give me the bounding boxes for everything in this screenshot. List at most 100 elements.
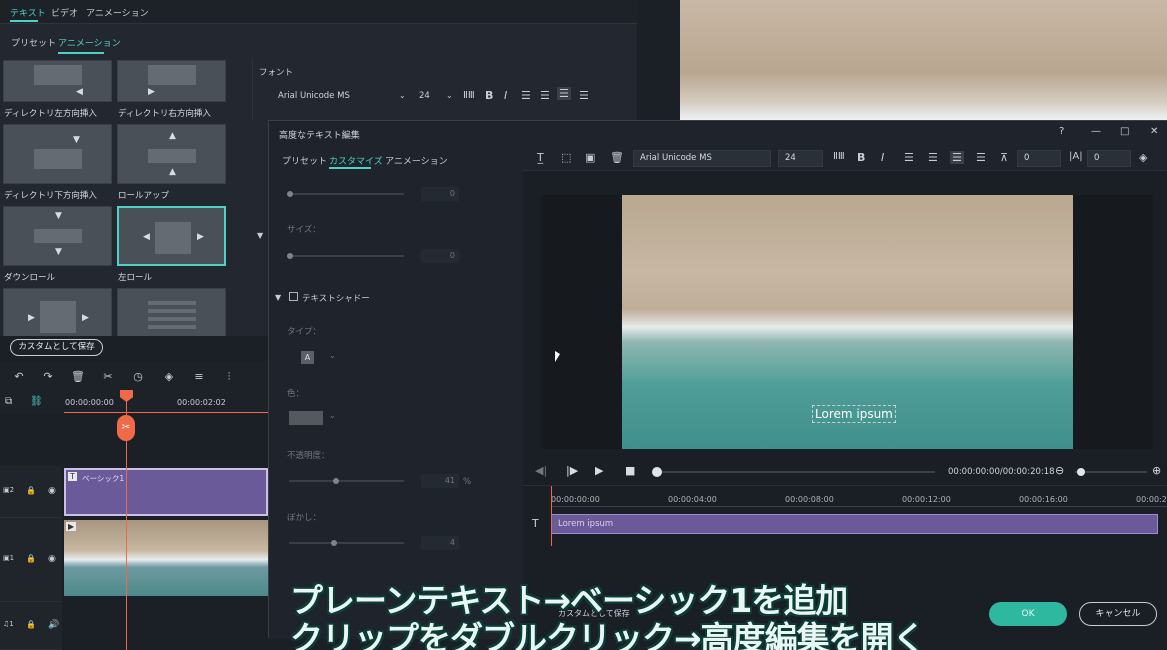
cancel-button[interactable]: キャンセル [1079,602,1157,626]
justify-icon[interactable]: ☰ [976,151,986,164]
transform-icon[interactable]: ⬚ [561,151,571,164]
zoom-out-icon[interactable]: ⊖ [1055,464,1064,477]
help-icon[interactable]: ? [1059,126,1064,137]
font-size-select[interactable]: 24 [419,91,430,101]
bold-icon[interactable]: B [857,151,865,164]
line-spacing-input[interactable]: 0 [1087,150,1131,167]
preset-thumb[interactable]: ▼ ▼ [3,206,112,266]
stop-icon[interactable]: ■ [625,464,635,477]
font-select[interactable]: Arial Unicode MS [633,150,771,167]
preview-text[interactable]: Lorem ipsum [812,405,896,423]
adjust-icon[interactable]: ≡ [192,370,206,384]
redo-icon[interactable]: ↷ [41,370,55,384]
text-icon[interactable]: T̲ [537,151,544,164]
lock-icon[interactable]: 🔒 [26,486,36,495]
undo-icon[interactable]: ↶ [12,370,26,384]
collapse-arrow-icon[interactable]: ▼ [275,293,281,302]
blur-value[interactable]: 4 [421,536,459,550]
dialog-tab-customize[interactable]: カスタマイズ [329,154,383,167]
zoom-track[interactable] [1075,471,1147,473]
preset-thumb[interactable]: ◀ [3,60,112,102]
step-back-icon[interactable]: ◀| [535,464,547,477]
dialog-tab-animation[interactable]: アニメーション [385,154,448,167]
lock-icon[interactable]: 🔒 [26,620,36,629]
char-spacing-input[interactable]: 0 [1017,150,1061,167]
subtab-animation[interactable]: アニメーション [58,36,121,49]
align-center-icon[interactable]: ☰ [557,87,571,100]
volume-icon[interactable]: 🔊 [48,620,59,630]
tab-text[interactable]: テキスト [10,6,46,19]
preset-thumb[interactable]: ▼ [3,124,112,184]
timer-icon[interactable]: ◷ [131,370,145,384]
audio-icon[interactable]: ⫶ [222,370,236,384]
cut-icon[interactable]: ✂ [101,370,115,384]
lock-icon[interactable]: 🔒 [26,554,36,563]
minimize-icon[interactable]: — [1091,126,1101,137]
collapse-arrow-icon[interactable]: ▼ [257,231,263,240]
zoom-in-icon[interactable]: ⊕ [1152,464,1161,477]
slider-knob[interactable] [287,253,293,259]
value-box[interactable]: 0 [421,187,459,201]
size-value[interactable]: 0 [421,249,459,263]
delete-icon[interactable]: 🗑 [610,151,624,164]
align-left-icon[interactable]: ☰ [521,89,531,102]
layers-icon[interactable]: ◈ [1139,151,1147,164]
link-icon[interactable]: ⛓ [30,396,43,407]
align-center-icon[interactable]: ☰ [950,151,964,164]
baseline-icon[interactable]: ⊼ [1000,151,1008,164]
tab-video[interactable]: ビデオ [51,6,78,19]
save-custom-button[interactable]: カスタムとして保存 [10,339,103,356]
dialog-playhead[interactable] [551,486,552,546]
tab-animation[interactable]: アニメーション [86,6,149,19]
bold-icon[interactable]: B [485,89,493,102]
align-left-icon[interactable]: ☰ [904,151,914,164]
preset-thumb[interactable]: ▶ [117,60,226,102]
italic-icon[interactable]: I [504,89,507,102]
dialog-text-clip[interactable]: Lorem ipsum [551,514,1158,534]
eye-icon[interactable]: ◉ [48,554,56,564]
shadow-type-select[interactable]: A [301,351,314,364]
justify-icon[interactable]: ☰ [579,89,589,102]
size-slider[interactable] [289,255,404,257]
slider-knob[interactable] [331,540,337,546]
opacity-value[interactable]: 41 [421,474,459,488]
font-select[interactable]: Arial Unicode MS [278,91,350,101]
subtab-preset[interactable]: プリセット [11,36,56,49]
mouse-cursor-icon [555,351,560,362]
italic-icon[interactable]: I [881,151,884,164]
shadow-checkbox[interactable] [289,292,298,301]
eye-icon[interactable]: ◉ [48,486,56,496]
maximize-icon[interactable]: □ [1120,126,1129,137]
dialog-tab-preset[interactable]: プリセット [282,154,327,167]
spacing-icon[interactable]: ⅡⅢ [463,90,475,101]
play-frame-icon[interactable]: |▶ [566,464,578,477]
play-icon[interactable]: ▶ [595,464,603,477]
progress-knob[interactable] [652,467,662,477]
ok-button[interactable]: OK [989,602,1067,626]
preset-thumb[interactable] [117,288,226,336]
video-clip[interactable]: ▶ [64,520,268,596]
spacing-icon[interactable]: ⅡⅢ [833,151,845,162]
zoom-knob[interactable] [1077,468,1085,476]
scissors-icon[interactable]: ✂ [117,415,135,441]
line-spacing-icon[interactable]: |A| [1069,151,1083,162]
shadow-color-swatch[interactable] [289,411,323,425]
slider-knob[interactable] [333,478,339,484]
opacity-slider[interactable] [289,480,404,482]
slider[interactable] [289,193,404,195]
align-right-icon[interactable]: ☰ [540,89,550,102]
keyframe-icon[interactable]: ◈ [162,370,176,384]
preset-thumb[interactable]: ▶ ▶ [3,288,112,336]
text-clip[interactable]: T ベーシック1 [64,468,268,516]
preset-thumb[interactable]: ▲ ▲ [117,124,226,184]
delete-icon[interactable]: 🗑 [71,370,85,384]
font-size-select[interactable]: 24 [778,150,823,167]
preset-thumb-selected[interactable]: ◀ ▶ [117,206,226,266]
add-track-icon[interactable]: ⧉ [5,396,12,407]
progress-track[interactable] [657,471,935,473]
slider-knob[interactable] [287,191,293,197]
image-icon[interactable]: ▣ [585,151,595,164]
align-right-icon[interactable]: ☰ [928,151,938,164]
blur-slider[interactable] [289,542,404,544]
close-icon[interactable]: ✕ [1150,126,1158,137]
